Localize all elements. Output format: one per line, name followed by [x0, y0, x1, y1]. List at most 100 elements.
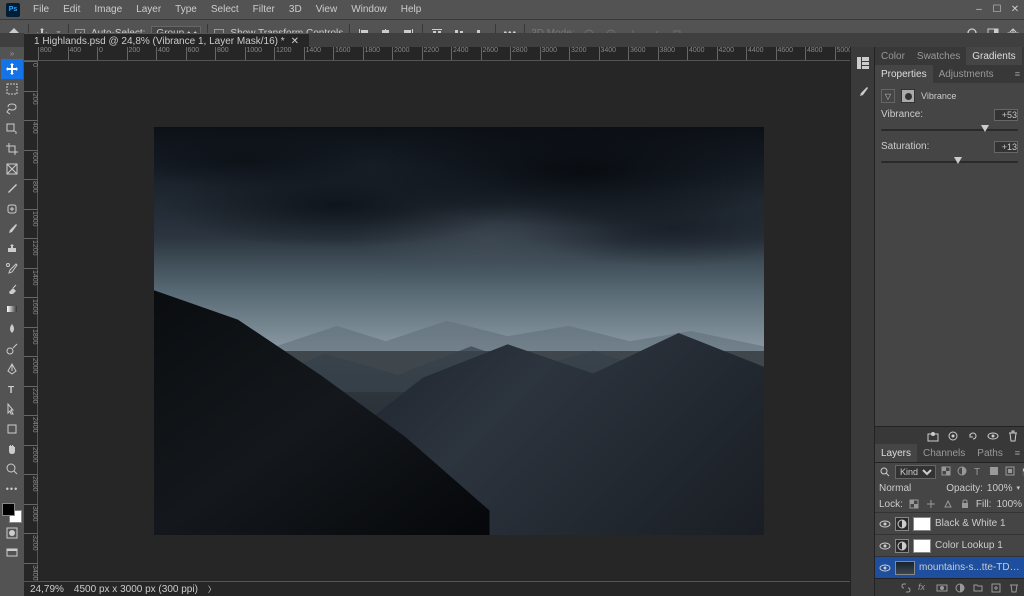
filter-adjust-icon[interactable]	[956, 465, 968, 479]
document-canvas[interactable]	[154, 127, 764, 535]
window-close[interactable]: ✕	[1006, 0, 1024, 18]
menu-help[interactable]: Help	[394, 4, 429, 15]
layer-name[interactable]: mountains-s...tte-TDXLRWC	[919, 562, 1020, 573]
clip-to-layer-icon[interactable]	[926, 429, 940, 443]
color-tab-swatches[interactable]: Swatches	[911, 47, 966, 65]
brush-tool[interactable]	[1, 219, 23, 239]
fill-value[interactable]: 100%	[996, 499, 1022, 510]
menu-select[interactable]: Select	[204, 4, 246, 15]
reset-icon[interactable]	[966, 429, 980, 443]
new-layer-icon[interactable]	[990, 582, 1002, 594]
vertical-ruler[interactable]: 0200400600800100012001400160018002000220…	[24, 61, 38, 596]
foreground-color[interactable]	[2, 503, 15, 516]
filter-shape-icon[interactable]	[988, 465, 1000, 479]
eyedropper-tool[interactable]	[1, 179, 23, 199]
brush-panel-icon[interactable]	[855, 85, 871, 101]
layers-tab-paths[interactable]: Paths	[971, 444, 1009, 462]
filter-search-icon[interactable]	[879, 466, 891, 478]
hand-tool[interactable]	[1, 439, 23, 459]
menu-file[interactable]: File	[26, 4, 56, 15]
lock-position-icon[interactable]	[925, 498, 937, 510]
menu-layer[interactable]: Layer	[129, 4, 168, 15]
status-flyout-icon[interactable]: 〉	[208, 584, 216, 595]
menu-type[interactable]: Type	[168, 4, 204, 15]
group-icon[interactable]	[972, 582, 984, 594]
layer-row[interactable]: mountains-s...tte-TDXLRWC	[875, 556, 1024, 578]
delete-layer-icon[interactable]	[1008, 582, 1020, 594]
horizontal-ruler[interactable]: 8004000200400600800100012001400160018002…	[24, 47, 850, 61]
quickmask-tool[interactable]	[1, 523, 23, 543]
layers-tab-channels[interactable]: Channels	[917, 444, 971, 462]
filter-toggle[interactable]	[1020, 465, 1024, 479]
edit-toolbar[interactable]: •••	[1, 479, 23, 499]
frame-tool[interactable]	[1, 159, 23, 179]
layer-name[interactable]: Color Lookup 1	[935, 540, 1020, 551]
menu-filter[interactable]: Filter	[246, 4, 282, 15]
slider-track[interactable]	[881, 123, 1018, 137]
menu-view[interactable]: View	[309, 4, 345, 15]
lock-artboard-icon[interactable]	[942, 498, 954, 510]
window-maximize[interactable]: ☐	[988, 0, 1006, 18]
filter-smart-icon[interactable]	[1004, 465, 1016, 479]
lock-pixels-icon[interactable]	[908, 498, 920, 510]
lock-all-icon[interactable]	[959, 498, 971, 510]
visibility-toggle[interactable]	[879, 518, 891, 530]
props-tab-properties[interactable]: Properties	[875, 65, 933, 83]
dodge-tool[interactable]	[1, 339, 23, 359]
blur-tool[interactable]	[1, 319, 23, 339]
path-tool[interactable]	[1, 399, 23, 419]
color-tab-color[interactable]: Color	[875, 47, 911, 65]
layer-row[interactable]: Black & White 1	[875, 512, 1024, 534]
layer-row[interactable]: Color Lookup 1	[875, 534, 1024, 556]
selection-tool[interactable]	[1, 119, 23, 139]
menu-edit[interactable]: Edit	[56, 4, 87, 15]
menu-image[interactable]: Image	[87, 4, 129, 15]
menu-3d[interactable]: 3D	[282, 4, 309, 15]
color-swatch[interactable]	[2, 503, 22, 523]
visibility-toggle[interactable]	[879, 562, 891, 574]
filter-pixel-icon[interactable]	[940, 465, 952, 479]
color-tab-gradients[interactable]: Gradients	[966, 47, 1021, 65]
toggle-visibility-icon[interactable]	[986, 429, 1000, 443]
adjust-type-icon[interactable]: ▽	[881, 89, 895, 103]
layer-style-icon[interactable]: fx	[918, 582, 930, 594]
view-previous-icon[interactable]	[946, 429, 960, 443]
slider-value-input[interactable]	[994, 141, 1018, 153]
shape-tool[interactable]	[1, 419, 23, 439]
link-layers-icon[interactable]	[900, 582, 912, 594]
filter-type-icon[interactable]: T	[972, 465, 984, 479]
history-brush-tool[interactable]	[1, 259, 23, 279]
layer-mask-icon[interactable]	[936, 582, 948, 594]
screenmode-tool[interactable]	[1, 543, 23, 563]
opacity-value[interactable]: 100%	[987, 483, 1013, 494]
status-zoom[interactable]: 24,79%	[30, 584, 64, 595]
layers-panel-menu[interactable]: ≡	[1015, 448, 1024, 458]
toolbar-expand[interactable]: »	[0, 49, 24, 59]
healing-tool[interactable]	[1, 199, 23, 219]
move-tool[interactable]	[1, 59, 23, 79]
window-minimize[interactable]: ‒	[970, 0, 988, 18]
delete-adjustment-icon[interactable]	[1006, 429, 1020, 443]
crop-tool[interactable]	[1, 139, 23, 159]
zoom-tool[interactable]	[1, 459, 23, 479]
adjustment-layer-icon[interactable]	[954, 582, 966, 594]
mask-icon[interactable]	[901, 89, 915, 103]
slider-value-input[interactable]	[994, 109, 1018, 121]
clone-tool[interactable]	[1, 239, 23, 259]
type-tool[interactable]: T	[1, 379, 23, 399]
menu-window[interactable]: Window	[344, 4, 394, 15]
canvas-area[interactable]: 8004000200400600800100012001400160018002…	[24, 47, 850, 596]
slider-track[interactable]	[881, 155, 1018, 169]
history-panel-icon[interactable]	[855, 55, 871, 71]
lasso-tool[interactable]	[1, 99, 23, 119]
filter-kind-select[interactable]: Kind	[895, 465, 936, 479]
props-tab-adjustments[interactable]: Adjustments	[933, 65, 1000, 83]
props-panel-menu[interactable]: ≡	[1015, 69, 1024, 79]
layers-tab-layers[interactable]: Layers	[875, 444, 917, 462]
layer-name[interactable]: Black & White 1	[935, 518, 1020, 529]
blend-mode-select[interactable]: Normal	[879, 483, 942, 494]
eraser-tool[interactable]	[1, 279, 23, 299]
pen-tool[interactable]	[1, 359, 23, 379]
status-dims[interactable]: 4500 px x 3000 px (300 ppi)	[74, 584, 198, 595]
marquee-tool[interactable]	[1, 79, 23, 99]
